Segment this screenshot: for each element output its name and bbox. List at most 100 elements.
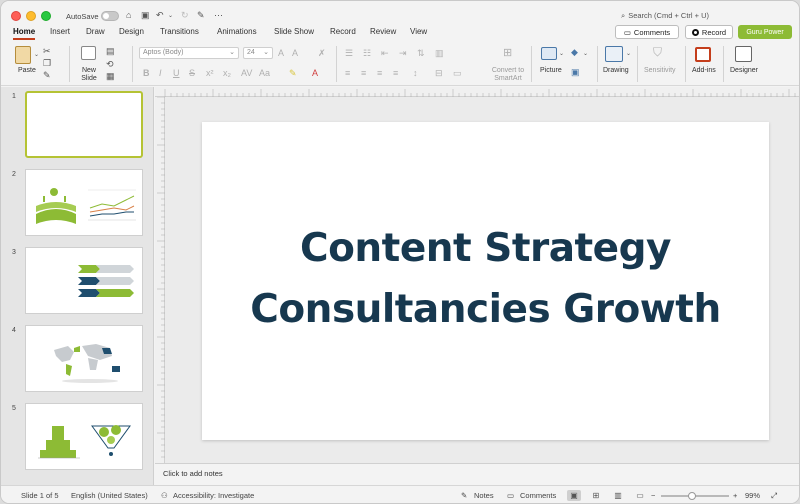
justify-icon[interactable]: ≡ — [393, 68, 398, 78]
subscript-icon[interactable]: x₂ — [223, 68, 231, 78]
clear-format-icon[interactable]: ✗ — [318, 48, 326, 58]
slide-canvas[interactable]: Content Strategy Consultancies Growth — [202, 122, 769, 440]
section-icon[interactable]: ▦ — [106, 71, 115, 81]
slide-sorter-button[interactable]: ⊞ — [589, 490, 603, 501]
layout-icon[interactable]: ▤ — [106, 46, 115, 56]
drawing-icon[interactable] — [605, 46, 623, 62]
comments-button[interactable]: ▭ Comments — [615, 25, 679, 39]
slide-thumbnail-1[interactable] — [25, 91, 143, 158]
tab-animations[interactable]: Animations — [217, 27, 257, 36]
fit-slide-icon[interactable]: ⤢ — [771, 491, 777, 501]
search-box[interactable]: ⌕ Search (Cmd + Ctrl + U) — [621, 11, 741, 23]
tab-review[interactable]: Review — [370, 27, 396, 36]
tab-draw[interactable]: Draw — [86, 27, 105, 36]
zoom-level[interactable]: 99% — [745, 491, 760, 500]
guru-power-button[interactable]: Guru Power — [738, 25, 792, 39]
autosave-toggle[interactable] — [101, 11, 119, 21]
maximize-window-button[interactable] — [41, 11, 51, 21]
align-text-icon[interactable]: ⊟ — [435, 68, 443, 78]
slide-thumbnail-3[interactable] — [25, 247, 143, 314]
font-size-select[interactable]: 24 ⌄ — [243, 47, 273, 59]
new-slide-icon[interactable] — [81, 46, 96, 60]
highlight-icon[interactable]: ✎ — [289, 68, 297, 78]
text-box-icon[interactable]: ▭ — [453, 68, 462, 78]
font-color-icon[interactable]: A — [312, 68, 318, 78]
designer-icon[interactable] — [735, 46, 752, 62]
strikethrough-icon[interactable]: S — [189, 68, 195, 78]
slide-thumbnail-4[interactable] — [25, 325, 143, 392]
drawing-dropdown-icon[interactable]: ⌄ — [626, 49, 631, 59]
reading-view-button[interactable]: ▥ — [611, 490, 625, 501]
align-center-icon[interactable]: ≡ — [361, 68, 366, 78]
change-case-icon[interactable]: Aa — [259, 68, 270, 78]
character-spacing-icon[interactable]: AV — [241, 68, 252, 78]
more-icon[interactable]: ⋯ — [214, 10, 223, 20]
notes-pane[interactable]: Click to add notes — [155, 463, 799, 485]
notes-toggle[interactable]: Notes — [474, 491, 494, 500]
undo-icon[interactable]: ↶ — [156, 10, 164, 20]
tab-home[interactable]: Home — [13, 27, 36, 40]
italic-icon[interactable]: I — [159, 68, 162, 78]
ribbon-toolbar: ⌄ Paste ✂ ❐ ✎ New Slide ▤ ⟲ ▦ Aptos (Bod… — [1, 42, 799, 86]
paste-icon[interactable] — [15, 46, 31, 64]
picture-icon[interactable] — [541, 47, 557, 60]
tab-view[interactable]: View — [410, 27, 427, 36]
shapes-icon[interactable]: ◆ — [571, 47, 578, 57]
slide-show-button[interactable]: ▭ — [633, 490, 647, 501]
zoom-slider[interactable] — [661, 492, 729, 500]
minimize-window-button[interactable] — [26, 11, 36, 21]
font-name-select[interactable]: Aptos (Body) ⌄ — [139, 47, 239, 59]
close-window-button[interactable] — [11, 11, 21, 21]
numbering-icon[interactable]: ☷ — [363, 48, 371, 58]
tab-record[interactable]: Record — [330, 27, 356, 36]
ribbon-separator — [685, 46, 686, 82]
home-icon[interactable]: ⌂ — [126, 10, 131, 20]
columns-icon[interactable]: ▥ — [435, 48, 444, 58]
reset-icon[interactable]: ⟲ — [106, 59, 114, 69]
text-direction-icon[interactable]: ⇅ — [417, 48, 425, 58]
record-button[interactable]: Record — [685, 25, 733, 39]
increase-indent-icon[interactable]: ⇥ — [399, 48, 407, 58]
align-left-icon[interactable]: ≡ — [345, 68, 350, 78]
redo-icon[interactable]: ↻ — [181, 10, 189, 20]
copy-icon[interactable]: ❐ — [43, 58, 51, 68]
bullets-icon[interactable]: ☰ — [345, 48, 353, 58]
smartart-icon[interactable]: ⊞ — [503, 48, 512, 59]
horizontal-ruler[interactable] — [155, 87, 799, 97]
shapes-dropdown-icon[interactable]: ⌄ — [583, 49, 588, 59]
sensitivity-icon[interactable]: ⛉ — [653, 46, 662, 58]
format-painter-icon[interactable]: ✎ — [43, 70, 51, 80]
language-status[interactable]: English (United States) — [71, 491, 148, 500]
superscript-icon[interactable]: x² — [206, 68, 214, 78]
increase-font-icon[interactable]: A — [278, 48, 284, 58]
line-spacing-icon[interactable]: ↕ — [413, 68, 418, 78]
vertical-ruler[interactable] — [155, 96, 165, 463]
decrease-font-icon[interactable]: A — [292, 48, 298, 58]
normal-view-button[interactable]: ▣ — [567, 490, 581, 501]
zoom-out-icon[interactable]: − — [651, 491, 655, 500]
underline-icon[interactable]: U — [173, 68, 180, 78]
tab-design[interactable]: Design — [119, 27, 144, 36]
slide-thumbnail-5[interactable] — [25, 403, 143, 470]
bold-icon[interactable]: B — [143, 68, 150, 78]
tab-transitions[interactable]: Transitions — [160, 27, 199, 36]
cut-icon[interactable]: ✂ — [43, 46, 51, 56]
picture-dropdown-icon[interactable]: ⌄ — [559, 49, 564, 59]
tab-insert[interactable]: Insert — [50, 27, 70, 36]
comments-toggle[interactable]: Comments — [520, 491, 556, 500]
undo-dropdown-icon[interactable]: ⌄ — [168, 11, 173, 21]
align-right-icon[interactable]: ≡ — [377, 68, 382, 78]
save-icon[interactable]: ▣ — [141, 10, 150, 20]
decrease-indent-icon[interactable]: ⇤ — [381, 48, 389, 58]
paste-dropdown-icon[interactable]: ⌄ — [34, 50, 39, 60]
tab-slide-show[interactable]: Slide Show — [274, 27, 314, 36]
zoom-slider-knob[interactable] — [687, 492, 696, 500]
customize-icon[interactable]: ✎ — [197, 10, 205, 20]
slide-title[interactable]: Content Strategy Consultancies Growth — [202, 218, 769, 340]
thumb-5-graphic — [38, 425, 131, 459]
addins-icon[interactable] — [695, 47, 711, 62]
zoom-in-icon[interactable]: + — [733, 491, 737, 500]
slide-thumbnail-2[interactable] — [25, 169, 143, 236]
accessibility-status[interactable]: Accessibility: Investigate — [173, 491, 254, 500]
text-box-insert-icon[interactable]: ▣ — [571, 67, 580, 77]
